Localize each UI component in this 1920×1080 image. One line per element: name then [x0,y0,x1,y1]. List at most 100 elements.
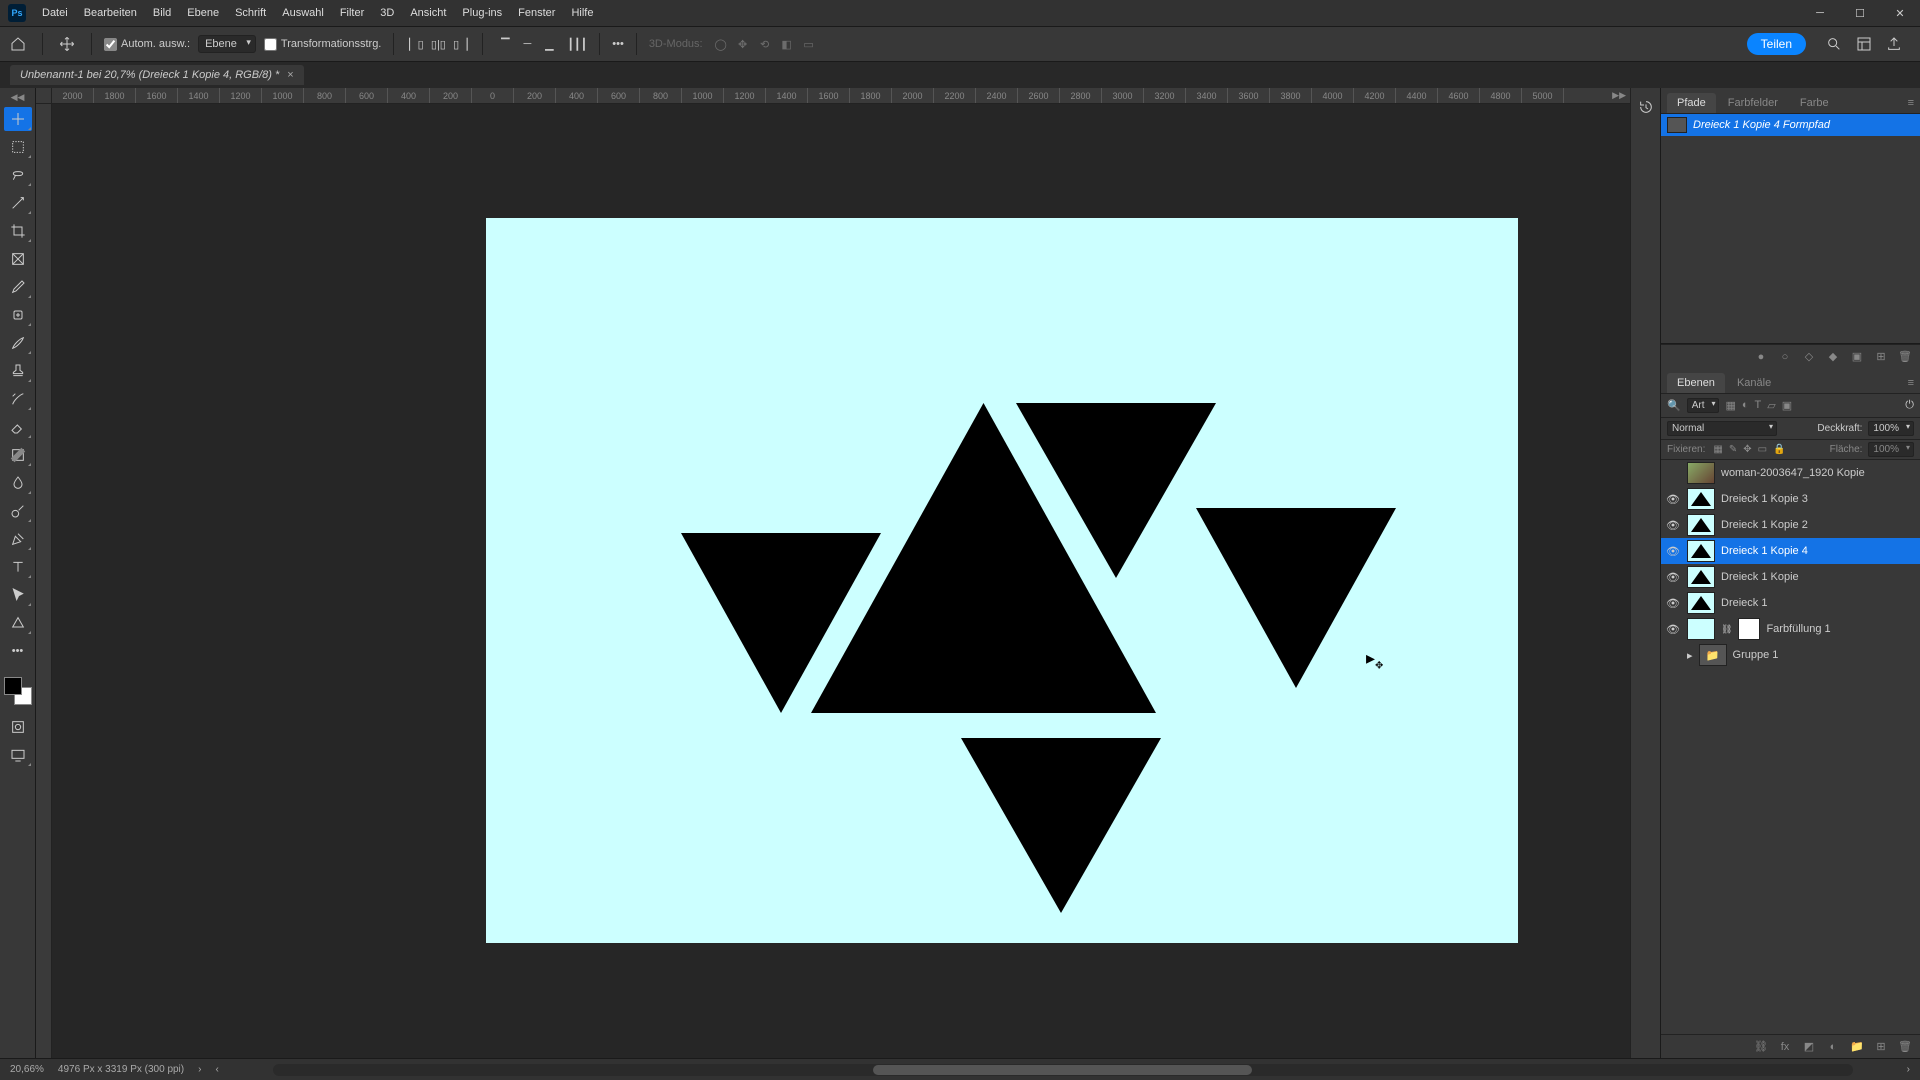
filter-smart-icon[interactable]: ▣ [1782,399,1792,412]
menu-plug-ins[interactable]: Plug-ins [454,0,510,26]
layer-name[interactable]: Dreieck 1 Kopie 3 [1721,493,1808,505]
layer-thumbnail[interactable] [1687,592,1715,614]
align-bottom-icon[interactable]: ▁ [539,34,559,54]
delete-layer-icon[interactable]: 🗑 [1898,1040,1912,1053]
align-hcenter-icon[interactable]: ▯|▯ [428,34,448,54]
fill-path-icon[interactable]: ● [1754,351,1768,363]
menu-hilfe[interactable]: Hilfe [563,0,601,26]
path-item[interactable]: Dreieck 1 Kopie 4 Formpfad [1661,114,1920,136]
layer-thumbnail[interactable] [1687,488,1715,510]
auto-select-target[interactable]: Ebene [198,35,256,53]
layer-name[interactable]: Dreieck 1 Kopie 2 [1721,519,1808,531]
document-dimensions[interactable]: 4976 Px x 3319 Px (300 ppi) [58,1064,184,1075]
lock-artboard-icon[interactable]: ▭ [1758,444,1767,455]
layer-group-icon[interactable]: 📁 [1850,1040,1864,1053]
layer-row[interactable]: 👁⛓Farbfüllung 1 [1661,616,1920,642]
menu-filter[interactable]: Filter [332,0,372,26]
menu-bearbeiten[interactable]: Bearbeiten [76,0,145,26]
delete-path-icon[interactable]: 🗑 [1898,350,1912,363]
visibility-toggle-icon[interactable]: 👁 [1665,545,1681,558]
type-tool[interactable] [4,555,32,579]
layer-row[interactable]: 👁 Dreieck 1 [1661,590,1920,616]
stamp-tool[interactable] [4,359,32,383]
tab-channels[interactable]: Kanäle [1727,373,1781,393]
layer-row[interactable]: 👁Dreieck 1 Kopie 2 [1661,512,1920,538]
shape-tool[interactable] [4,611,32,635]
layer-row[interactable]: ▸📁Gruppe 1 [1661,642,1920,668]
layer-name[interactable]: Dreieck 1 Kopie 4 [1721,545,1808,557]
history-dock-icon[interactable] [1635,96,1657,118]
ruler-origin[interactable] [36,88,52,104]
tab-paths[interactable]: Pfade [1667,93,1716,113]
filter-search-icon[interactable]: 🔍 [1667,399,1681,412]
layer-thumbnail[interactable] [1687,540,1715,562]
workspace-icon[interactable] [1854,34,1874,54]
lasso-tool[interactable] [4,163,32,187]
tab-color[interactable]: Farbe [1790,93,1839,113]
visibility-toggle-icon[interactable]: 👁 [1665,493,1681,506]
visibility-toggle-icon[interactable]: 👁 [1665,597,1681,610]
layer-fx-icon[interactable]: fx [1778,1041,1792,1053]
layer-name[interactable]: Gruppe 1 [1733,649,1779,661]
filter-type-icon[interactable]: T [1755,399,1762,412]
color-swatch[interactable] [4,677,32,705]
menu-bild[interactable]: Bild [145,0,179,26]
eyedropper-tool[interactable] [4,275,32,299]
layer-row[interactable]: woman-2003647_1920 Kopie [1661,460,1920,486]
layer-thumbnail[interactable] [1687,566,1715,588]
pen-tool[interactable] [4,527,32,551]
layer-name[interactable]: woman-2003647_1920 Kopie [1721,467,1865,479]
canvas-area[interactable]: 2000180016001400120010008006004002000200… [36,88,1630,1058]
distribute-icon[interactable]: ┃┃┃ [567,38,587,51]
shape-triangle-bottom[interactable] [961,738,1161,913]
path-select-tool[interactable] [4,583,32,607]
filter-adjust-icon[interactable]: ◐ [1742,399,1749,412]
blend-mode-dropdown[interactable]: Normal [1667,421,1777,436]
lock-pixels-icon[interactable]: ▦ [1713,444,1722,455]
close-button[interactable]: ✕ [1880,0,1920,26]
quickmask-tool[interactable] [4,715,32,739]
filter-kind-dropdown[interactable]: Art [1687,398,1720,413]
menu-fenster[interactable]: Fenster [510,0,563,26]
tab-swatches[interactable]: Farbfelder [1718,93,1788,113]
lock-all-icon[interactable]: 🔒 [1773,444,1785,455]
layer-name[interactable]: Farbfüllung 1 [1766,623,1830,635]
panel-menu-icon[interactable]: ≡ [1902,93,1920,113]
fill-input[interactable]: 100% [1868,442,1914,457]
align-top-icon[interactable]: ▔ [495,34,515,54]
add-mask-icon[interactable]: ▣ [1850,350,1864,363]
document-tab[interactable]: Unbenannt-1 bei 20,7% (Dreieck 1 Kopie 4… [10,65,304,85]
menu-datei[interactable]: Datei [34,0,76,26]
lock-brush-icon[interactable]: ✎ [1729,444,1737,455]
layer-thumbnail[interactable] [1687,618,1715,640]
auto-select-checkbox[interactable]: Autom. ausw.: [104,38,190,51]
layer-row[interactable]: 👁 Dreieck 1 Kopie 4 [1661,538,1920,564]
ruler-horizontal[interactable]: 2000180016001400120010008006004002000200… [52,88,1630,104]
visibility-toggle-icon[interactable]: 👁 [1665,571,1681,584]
history-brush-tool[interactable] [4,387,32,411]
search-icon[interactable] [1824,34,1844,54]
more-tools-icon[interactable]: ••• [4,639,32,663]
panel-collapse-icon[interactable]: ▶▶ [1612,90,1626,101]
menu-ansicht[interactable]: Ansicht [402,0,454,26]
maximize-button[interactable]: ☐ [1840,0,1880,26]
mask-thumbnail[interactable] [1738,618,1760,640]
layer-name[interactable]: Dreieck 1 [1721,597,1767,609]
lock-position-icon[interactable]: ✥ [1743,444,1751,455]
panel-menu-icon[interactable]: ≡ [1902,373,1920,393]
eraser-tool[interactable] [4,415,32,439]
layer-row[interactable]: 👁 Dreieck 1 Kopie 3 [1661,486,1920,512]
shape-triangle-right[interactable] [1196,508,1396,688]
wand-tool[interactable] [4,191,32,215]
chevron-right-icon[interactable]: ▸ [1687,649,1693,662]
minimize-button[interactable]: ─ [1800,0,1840,26]
filter-toggle-icon[interactable]: ⏻ [1905,399,1914,412]
menu-schrift[interactable]: Schrift [227,0,274,26]
align-right-icon[interactable]: ▯▕ [450,34,470,54]
zoom-level[interactable]: 20,66% [10,1064,44,1075]
dodge-tool[interactable] [4,499,32,523]
crop-tool[interactable] [4,219,32,243]
stroke-path-icon[interactable]: ○ [1778,351,1792,363]
visibility-toggle-icon[interactable]: 👁 [1665,623,1681,636]
more-options-icon[interactable]: ••• [612,38,624,50]
